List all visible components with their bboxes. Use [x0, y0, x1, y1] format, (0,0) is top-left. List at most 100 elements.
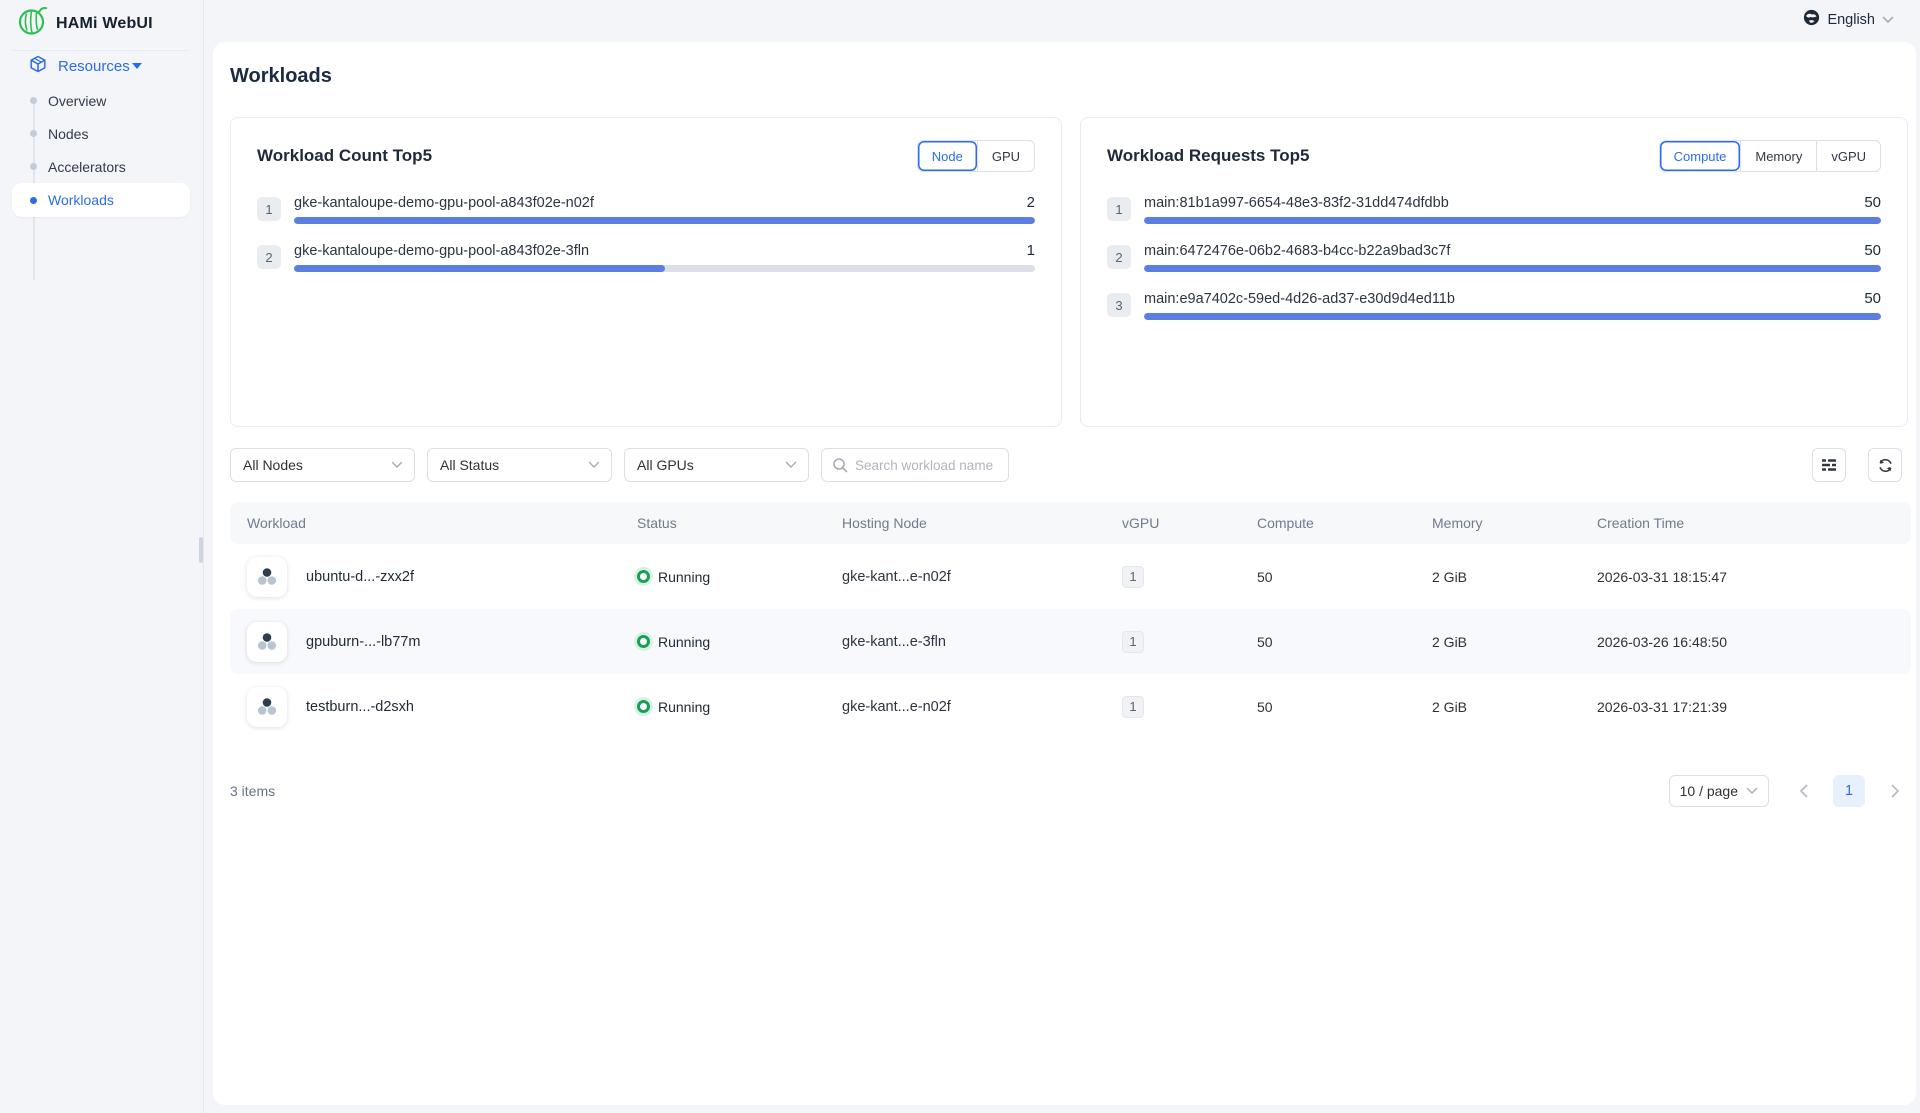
status-text: Running — [658, 699, 710, 715]
compute-value: 50 — [1240, 699, 1415, 715]
dot-icon — [30, 197, 37, 204]
column-settings-button[interactable] — [1812, 448, 1846, 482]
vgpu-badge: 1 — [1122, 696, 1144, 718]
workload-count-card: Workload Count Top5 Node GPU 1 gke-kanta… — [230, 117, 1062, 427]
bar-track — [294, 265, 1035, 272]
table-row[interactable]: gpuburn-...-lb77m Running gke-kant...e-3… — [230, 609, 1911, 674]
dot-icon — [30, 97, 37, 104]
workload-pod-icon — [247, 687, 287, 727]
nodes-filter-value: All Nodes — [243, 457, 303, 473]
sidebar-item-nodes[interactable]: Nodes — [0, 117, 204, 150]
sidebar-item-workloads[interactable]: Workloads — [12, 183, 190, 217]
nodes-filter-select[interactable]: All Nodes — [230, 448, 415, 482]
bar-value: 50 — [1864, 242, 1881, 259]
sidebar-separator — [12, 50, 190, 51]
col-status: Status — [620, 515, 825, 531]
refresh-icon — [1877, 457, 1894, 474]
page-title: Workloads — [230, 65, 1908, 88]
bar-item: 2 main:6472476e-06b2-4683-b4cc-b22a9bad3… — [1107, 242, 1881, 272]
bar-value: 50 — [1864, 290, 1881, 307]
requests-toggle-group: Compute Memory vGPU — [1659, 140, 1881, 172]
sidebar-item-label: Workloads — [48, 192, 114, 208]
dot-icon — [30, 130, 37, 137]
bar-label: main:81b1a997-6654-48e3-83f2-31dd474dfdb… — [1144, 195, 1449, 211]
bar-item: 2 gke-kantaloupe-demo-gpu-pool-a843f02e-… — [257, 242, 1035, 272]
page-number-button[interactable]: 1 — [1833, 775, 1865, 807]
sidebar-group-resources[interactable]: Resources — [0, 52, 204, 80]
prev-page-button[interactable] — [1787, 775, 1819, 807]
rank-badge: 1 — [257, 197, 281, 221]
sidebar-group-label: Resources — [58, 58, 132, 75]
language-switcher[interactable]: English — [1803, 9, 1894, 31]
workload-name: gpuburn-...-lb77m — [306, 634, 420, 650]
sidebar: Resources Overview Nodes Accelerators Wo… — [0, 0, 204, 1113]
gpus-filter-select[interactable]: All GPUs — [624, 448, 809, 482]
toggle-compute-button[interactable]: Compute — [1660, 141, 1741, 171]
sidebar-resize-handle[interactable] — [199, 537, 203, 563]
column-settings-icon — [1821, 457, 1837, 473]
chevron-right-icon — [1891, 784, 1900, 798]
toggle-node-button[interactable]: Node — [918, 141, 977, 171]
toggle-vgpu-button[interactable]: vGPU — [1816, 141, 1880, 171]
chevron-down-icon — [785, 461, 797, 469]
bar-item: 3 main:e9a7402c-59ed-4d26-ad37-e30d9d4ed… — [1107, 290, 1881, 320]
creation-time: 2026-03-31 17:21:39 — [1580, 699, 1911, 715]
memory-value: 2 GiB — [1415, 569, 1580, 585]
creation-time: 2026-03-26 16:48:50 — [1580, 634, 1911, 650]
toggle-gpu-button[interactable]: GPU — [977, 141, 1034, 171]
search-input[interactable] — [855, 458, 998, 473]
bar-fill — [294, 265, 665, 272]
vgpu-badge: 1 — [1122, 631, 1144, 653]
bar-item: 1 main:81b1a997-6654-48e3-83f2-31dd474df… — [1107, 194, 1881, 224]
bar-fill — [294, 217, 1035, 224]
cube-icon — [29, 55, 47, 78]
table-row[interactable]: ubuntu-d...-zxx2f Running gke-kant...e-n… — [230, 544, 1911, 609]
cards-row: Workload Count Top5 Node GPU 1 gke-kanta… — [230, 117, 1908, 427]
status-filter-value: All Status — [440, 457, 499, 473]
memory-value: 2 GiB — [1415, 634, 1580, 650]
rank-badge: 1 — [1107, 197, 1131, 221]
toggle-memory-button[interactable]: Memory — [1740, 141, 1816, 171]
sidebar-item-label: Nodes — [48, 126, 88, 142]
count-bar-list: 1 gke-kantaloupe-demo-gpu-pool-a843f02e-… — [257, 194, 1035, 272]
status-text: Running — [658, 569, 710, 585]
page-size-select[interactable]: 10 / page — [1669, 775, 1769, 807]
refresh-button[interactable] — [1868, 448, 1902, 482]
workload-pod-icon — [247, 557, 287, 597]
hosting-node: gke-kant...e-3fln — [825, 634, 1105, 650]
status-text: Running — [658, 634, 710, 650]
bar-label: gke-kantaloupe-demo-gpu-pool-a843f02e-n0… — [294, 195, 594, 211]
bar-item: 1 gke-kantaloupe-demo-gpu-pool-a843f02e-… — [257, 194, 1035, 224]
requests-bar-list: 1 main:81b1a997-6654-48e3-83f2-31dd474df… — [1107, 194, 1881, 320]
bar-fill — [1144, 265, 1881, 272]
sidebar-item-accelerators[interactable]: Accelerators — [0, 150, 204, 183]
sidebar-submenu: Overview Nodes Accelerators Workloads — [0, 84, 204, 217]
chevron-left-icon — [1799, 784, 1808, 798]
rank-badge: 3 — [1107, 293, 1131, 317]
workload-search — [821, 448, 1009, 482]
creation-time: 2026-03-31 18:15:47 — [1580, 569, 1911, 585]
language-label: English — [1827, 12, 1875, 28]
filter-bar: All Nodes All Status All GPUs — [230, 448, 1908, 482]
next-page-button[interactable] — [1879, 775, 1911, 807]
table-row[interactable]: testburn...-d2sxh Running gke-kant...e-n… — [230, 674, 1911, 739]
col-workload: Workload — [230, 515, 620, 531]
status-filter-select[interactable]: All Status — [427, 448, 612, 482]
gpus-filter-value: All GPUs — [637, 457, 694, 473]
col-creation-time: Creation Time — [1580, 515, 1911, 531]
col-vgpu: vGPU — [1105, 515, 1240, 531]
vgpu-badge: 1 — [1122, 566, 1144, 588]
bar-track — [1144, 217, 1881, 224]
bar-track — [294, 217, 1035, 224]
bar-track — [1144, 313, 1881, 320]
bar-fill — [1144, 313, 1881, 320]
col-compute: Compute — [1240, 515, 1415, 531]
total-items: 3 items — [230, 783, 275, 799]
status-running-icon — [637, 700, 650, 713]
top-bar: HAMi WebUI English — [0, 0, 1920, 42]
sidebar-item-overview[interactable]: Overview — [0, 84, 204, 117]
search-icon — [832, 457, 848, 473]
hosting-node: gke-kant...e-n02f — [825, 699, 1105, 715]
status-running-icon — [637, 635, 650, 648]
dot-icon — [30, 163, 37, 170]
